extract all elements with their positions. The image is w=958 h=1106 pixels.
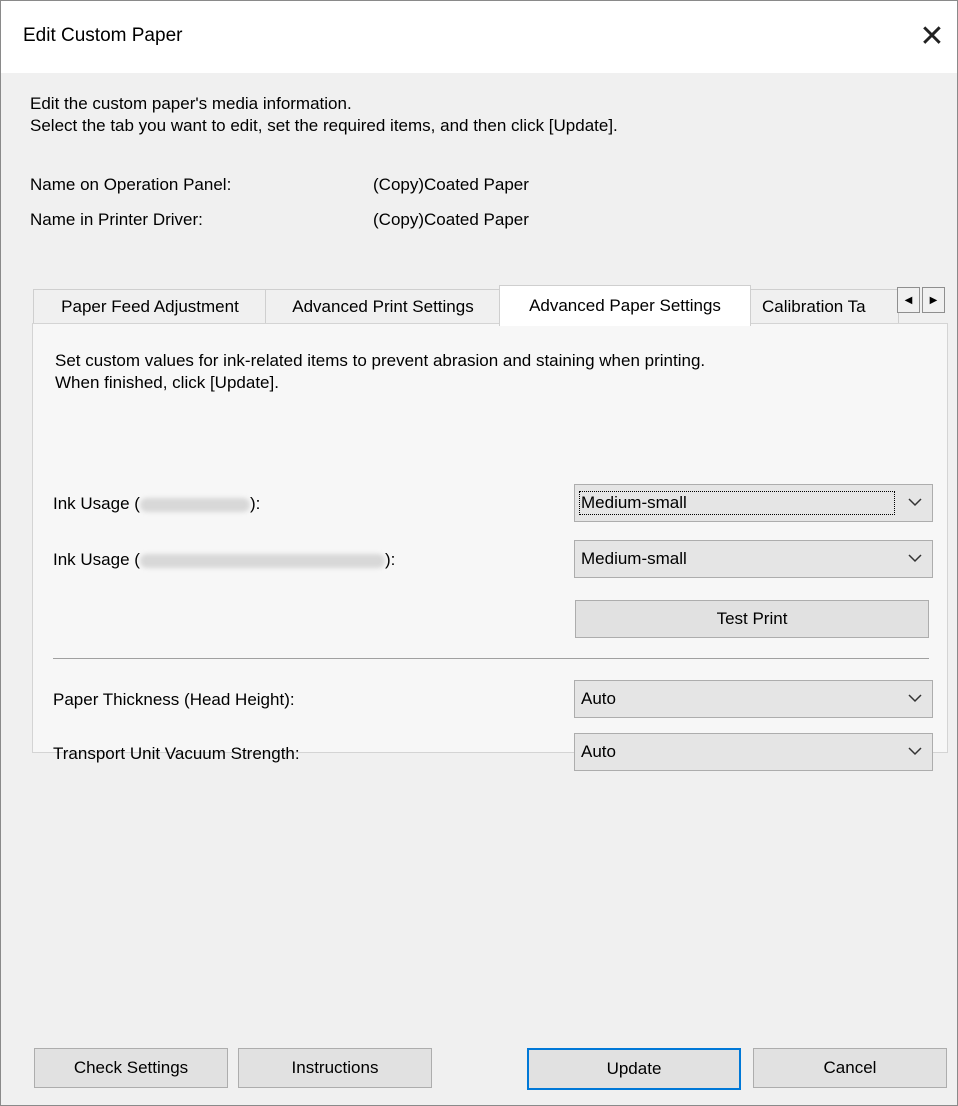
ink-usage-2-label-suffix: ): (384, 550, 396, 569)
vacuum-strength-value: Auto (581, 742, 616, 761)
divider (53, 658, 929, 659)
chevron-down-icon (908, 498, 922, 507)
tab-scroll-buttons: ◀ ▶ (897, 287, 945, 313)
edit-custom-paper-dialog: Edit Custom Paper ✕ Edit the custom pape… (0, 0, 958, 1106)
intro-line-2: Select the tab you want to edit, set the… (30, 116, 618, 135)
redacted-text (139, 553, 385, 568)
ink-usage-2-value: Medium-small (581, 549, 687, 568)
cancel-button[interactable]: Cancel (753, 1048, 947, 1088)
advanced-paper-settings-panel: Set custom values for ink-related items … (32, 323, 948, 753)
ink-usage-1-label-prefix: Ink Usage ( (53, 494, 140, 513)
check-settings-button[interactable]: Check Settings (34, 1048, 228, 1088)
test-print-button[interactable]: Test Print (575, 600, 929, 638)
panel-description: Set custom values for ink-related items … (55, 350, 705, 394)
panel-description-line-2: When finished, click [Update]. (55, 373, 279, 392)
tab-advanced-print-settings[interactable]: Advanced Print Settings (265, 289, 501, 324)
panel-description-line-1: Set custom values for ink-related items … (55, 351, 706, 370)
ink-usage-2-label-prefix: Ink Usage ( (53, 550, 140, 569)
intro-line-1: Edit the custom paper's media informatio… (30, 94, 352, 113)
close-icon[interactable]: ✕ (907, 11, 957, 61)
ink-usage-2-label: Ink Usage (): (53, 550, 395, 570)
ink-usage-1-value: Medium-small (579, 491, 895, 515)
paper-thickness-select[interactable]: Auto (574, 680, 933, 718)
window-title: Edit Custom Paper (23, 25, 183, 46)
operation-panel-name-value: (Copy)Coated Paper (373, 175, 529, 194)
ink-usage-2-select[interactable]: Medium-small (574, 540, 933, 578)
vacuum-strength-select[interactable]: Auto (574, 733, 933, 771)
update-button[interactable]: Update (527, 1048, 741, 1090)
tab-calibration-target[interactable]: Calibration Ta (749, 289, 899, 323)
paper-thickness-label: Paper Thickness (Head Height): (53, 690, 295, 709)
vacuum-strength-label: Transport Unit Vacuum Strength: (53, 744, 300, 763)
intro-text: Edit the custom paper's media informatio… (30, 93, 618, 137)
tab-advanced-paper-settings[interactable]: Advanced Paper Settings (499, 285, 751, 326)
title-bar: Edit Custom Paper ✕ (1, 1, 957, 73)
redacted-text (139, 497, 250, 512)
operation-panel-name-label: Name on Operation Panel: (30, 175, 232, 194)
ink-usage-1-label: Ink Usage (): (53, 494, 260, 514)
ink-usage-1-select[interactable]: Medium-small (574, 484, 933, 522)
printer-driver-name-value: (Copy)Coated Paper (373, 210, 529, 229)
chevron-down-icon (908, 747, 922, 756)
instructions-button[interactable]: Instructions (238, 1048, 432, 1088)
tab-scroll-right-icon[interactable]: ▶ (922, 287, 945, 313)
paper-thickness-value: Auto (581, 689, 616, 708)
tab-scroll-left-icon[interactable]: ◀ (897, 287, 920, 313)
printer-driver-name-label: Name in Printer Driver: (30, 210, 203, 229)
ink-usage-1-label-suffix: ): (249, 494, 261, 513)
chevron-down-icon (908, 694, 922, 703)
chevron-down-icon (908, 554, 922, 563)
tab-paper-feed-adjustment[interactable]: Paper Feed Adjustment (33, 289, 267, 324)
